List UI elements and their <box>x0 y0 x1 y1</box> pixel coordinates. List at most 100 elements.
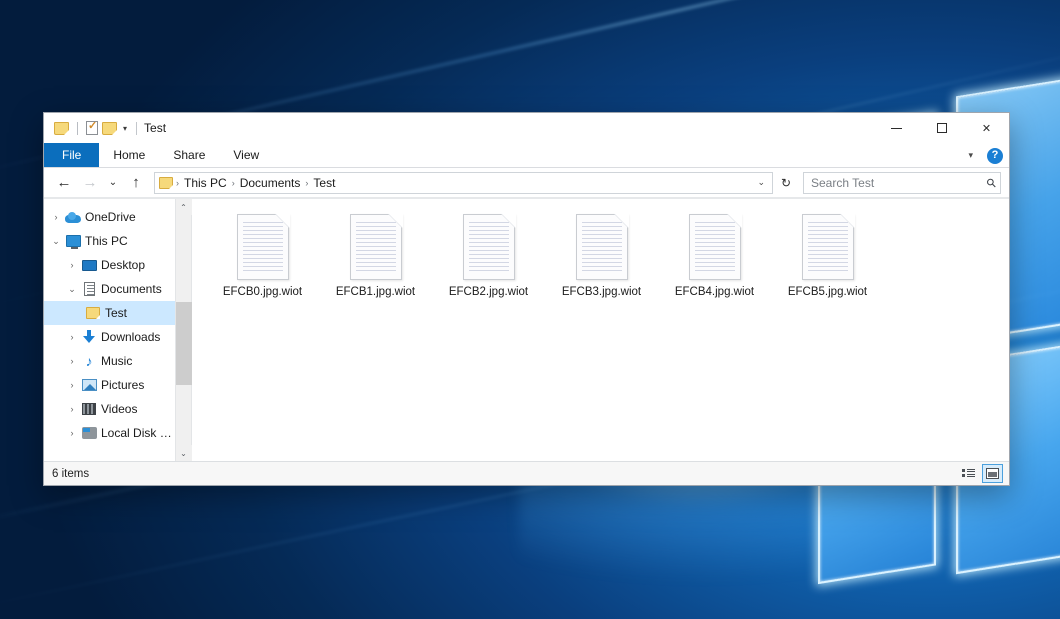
file-explorer-window: ▾ Test ✕ File Home Share View ▾ ? ← → <box>43 112 1010 486</box>
view-toggle-group <box>958 464 1003 483</box>
help-icon[interactable]: ? <box>987 148 1003 164</box>
sidebar-item-this-pc[interactable]: ⌄ This PC <box>44 229 175 253</box>
details-view-button[interactable] <box>958 464 979 483</box>
chevron-down-icon[interactable]: ⌄ <box>752 177 770 188</box>
chevron-down-icon[interactable]: ▾ <box>121 124 129 133</box>
generic-document-icon <box>237 214 289 280</box>
sidebar-item-label: Documents <box>101 282 162 296</box>
item-count-label: 6 items <box>52 468 89 480</box>
folder-icon <box>159 177 173 189</box>
sidebar-item-videos[interactable]: › Videos <box>44 397 175 421</box>
sidebar-item-onedrive[interactable]: › OneDrive <box>44 205 175 229</box>
file-item[interactable]: EFCB0.jpg.wiot <box>206 209 319 306</box>
chevron-down-icon[interactable]: ▾ <box>964 150 977 161</box>
file-name: EFCB4.jpg.wiot <box>675 285 754 299</box>
tab-home[interactable]: Home <box>99 143 159 167</box>
videos-icon <box>80 403 98 415</box>
generic-document-icon <box>802 214 854 280</box>
new-folder-icon[interactable] <box>102 122 117 135</box>
expand-chevron-icon[interactable]: ⌄ <box>64 284 80 295</box>
sidebar-item-label: Downloads <box>101 330 160 344</box>
scroll-up-icon[interactable]: ⌃ <box>176 199 192 215</box>
sidebar-item-label: This PC <box>85 234 128 248</box>
sidebar-item-local-disk-c[interactable]: › Local Disk (C:) <box>44 421 175 445</box>
large-icons-view-button[interactable] <box>982 464 1003 483</box>
file-item[interactable]: EFCB5.jpg.wiot <box>771 209 884 306</box>
up-button[interactable]: ↑ <box>124 171 148 195</box>
divider <box>77 122 78 135</box>
search-box[interactable]: ⚲ <box>803 172 1001 194</box>
scrollbar-track[interactable] <box>176 215 192 445</box>
window-controls: ✕ <box>874 113 1009 143</box>
sidebar-item-label: Local Disk (C:) <box>101 426 175 440</box>
expand-chevron-icon[interactable]: › <box>48 212 64 222</box>
expand-chevron-icon[interactable]: › <box>64 380 80 390</box>
sidebar-item-test[interactable]: Test <box>44 301 175 325</box>
search-input[interactable] <box>811 176 987 190</box>
sidebar-item-label: Pictures <box>101 378 144 392</box>
file-name: EFCB1.jpg.wiot <box>336 285 415 299</box>
sidebar-item-label: Test <box>105 306 127 320</box>
sidebar-item-downloads[interactable]: › Downloads <box>44 325 175 349</box>
properties-checkbox-icon[interactable] <box>86 121 98 135</box>
address-bar: ← → ⌄ ↑ › This PC › Documents › Test ⌄ ↻… <box>44 168 1009 198</box>
recent-locations-button[interactable]: ⌄ <box>104 171 122 195</box>
scroll-down-icon[interactable]: ⌄ <box>176 445 192 461</box>
back-button[interactable]: ← <box>52 171 76 195</box>
generic-document-icon <box>463 214 515 280</box>
title-bar: ▾ Test ✕ <box>44 113 1009 143</box>
sidebar-item-label: Videos <box>101 402 137 416</box>
tab-share[interactable]: Share <box>159 143 219 167</box>
sidebar-item-music[interactable]: › ♪ Music <box>44 349 175 373</box>
breadcrumb-item-this-pc[interactable]: This PC <box>180 176 231 190</box>
expand-chevron-icon[interactable]: › <box>64 404 80 414</box>
sidebar-item-label: Music <box>101 354 132 368</box>
window-title: Test <box>144 121 166 135</box>
explorer-body: › OneDrive ⌄ This PC › Desktop <box>44 198 1009 461</box>
file-name: EFCB0.jpg.wiot <box>223 285 302 299</box>
tab-file[interactable]: File <box>44 143 99 167</box>
expand-chevron-icon[interactable]: › <box>64 332 80 342</box>
divider <box>136 122 137 135</box>
ribbon-tab-bar: File Home Share View ▾ ? <box>44 143 1009 168</box>
navigation-pane: › OneDrive ⌄ This PC › Desktop <box>44 199 192 461</box>
status-bar: 6 items <box>44 461 1009 485</box>
file-item[interactable]: EFCB2.jpg.wiot <box>432 209 545 306</box>
file-name: EFCB3.jpg.wiot <box>562 285 641 299</box>
scrollbar-thumb[interactable] <box>176 302 192 385</box>
sidebar-item-documents[interactable]: ⌄ Documents <box>44 277 175 301</box>
expand-chevron-icon[interactable]: › <box>64 260 80 270</box>
navigation-scrollbar[interactable]: ⌃ ⌄ <box>175 199 191 461</box>
generic-document-icon <box>689 214 741 280</box>
minimize-button[interactable] <box>874 113 919 143</box>
file-item[interactable]: EFCB3.jpg.wiot <box>545 209 658 306</box>
pictures-icon <box>80 379 98 391</box>
sidebar-item-desktop[interactable]: › Desktop <box>44 253 175 277</box>
breadcrumb-item-test[interactable]: Test <box>309 176 339 190</box>
folder-icon <box>84 307 102 319</box>
folder-icon[interactable] <box>54 122 69 135</box>
pc-icon <box>64 235 82 247</box>
file-item[interactable]: EFCB4.jpg.wiot <box>658 209 771 306</box>
expand-chevron-icon[interactable]: › <box>64 428 80 438</box>
desktop-background: ▾ Test ✕ File Home Share View ▾ ? ← → <box>0 0 1060 619</box>
close-button[interactable]: ✕ <box>964 113 1009 143</box>
breadcrumb-item-documents[interactable]: Documents <box>236 176 305 190</box>
generic-document-icon <box>576 214 628 280</box>
ribbon-right-controls: ▾ ? <box>964 143 1003 168</box>
expand-chevron-icon[interactable]: › <box>64 356 80 366</box>
file-list-pane[interactable]: EFCB0.jpg.wiot EFCB1.jpg.wiot <box>192 199 1009 461</box>
refresh-button[interactable]: ↻ <box>775 172 797 194</box>
desktop-icon <box>80 260 98 271</box>
music-icon: ♪ <box>80 354 98 368</box>
tab-view[interactable]: View <box>219 143 273 167</box>
expand-chevron-icon[interactable]: ⌄ <box>48 236 64 247</box>
file-item[interactable]: EFCB1.jpg.wiot <box>319 209 432 306</box>
sidebar-item-label: Desktop <box>101 258 145 272</box>
breadcrumb[interactable]: › This PC › Documents › Test ⌄ <box>154 172 773 194</box>
file-name: EFCB5.jpg.wiot <box>788 285 867 299</box>
maximize-button[interactable] <box>919 113 964 143</box>
sidebar-item-pictures[interactable]: › Pictures <box>44 373 175 397</box>
file-grid: EFCB0.jpg.wiot EFCB1.jpg.wiot <box>192 199 1009 306</box>
sidebar-item-label: OneDrive <box>85 210 136 224</box>
